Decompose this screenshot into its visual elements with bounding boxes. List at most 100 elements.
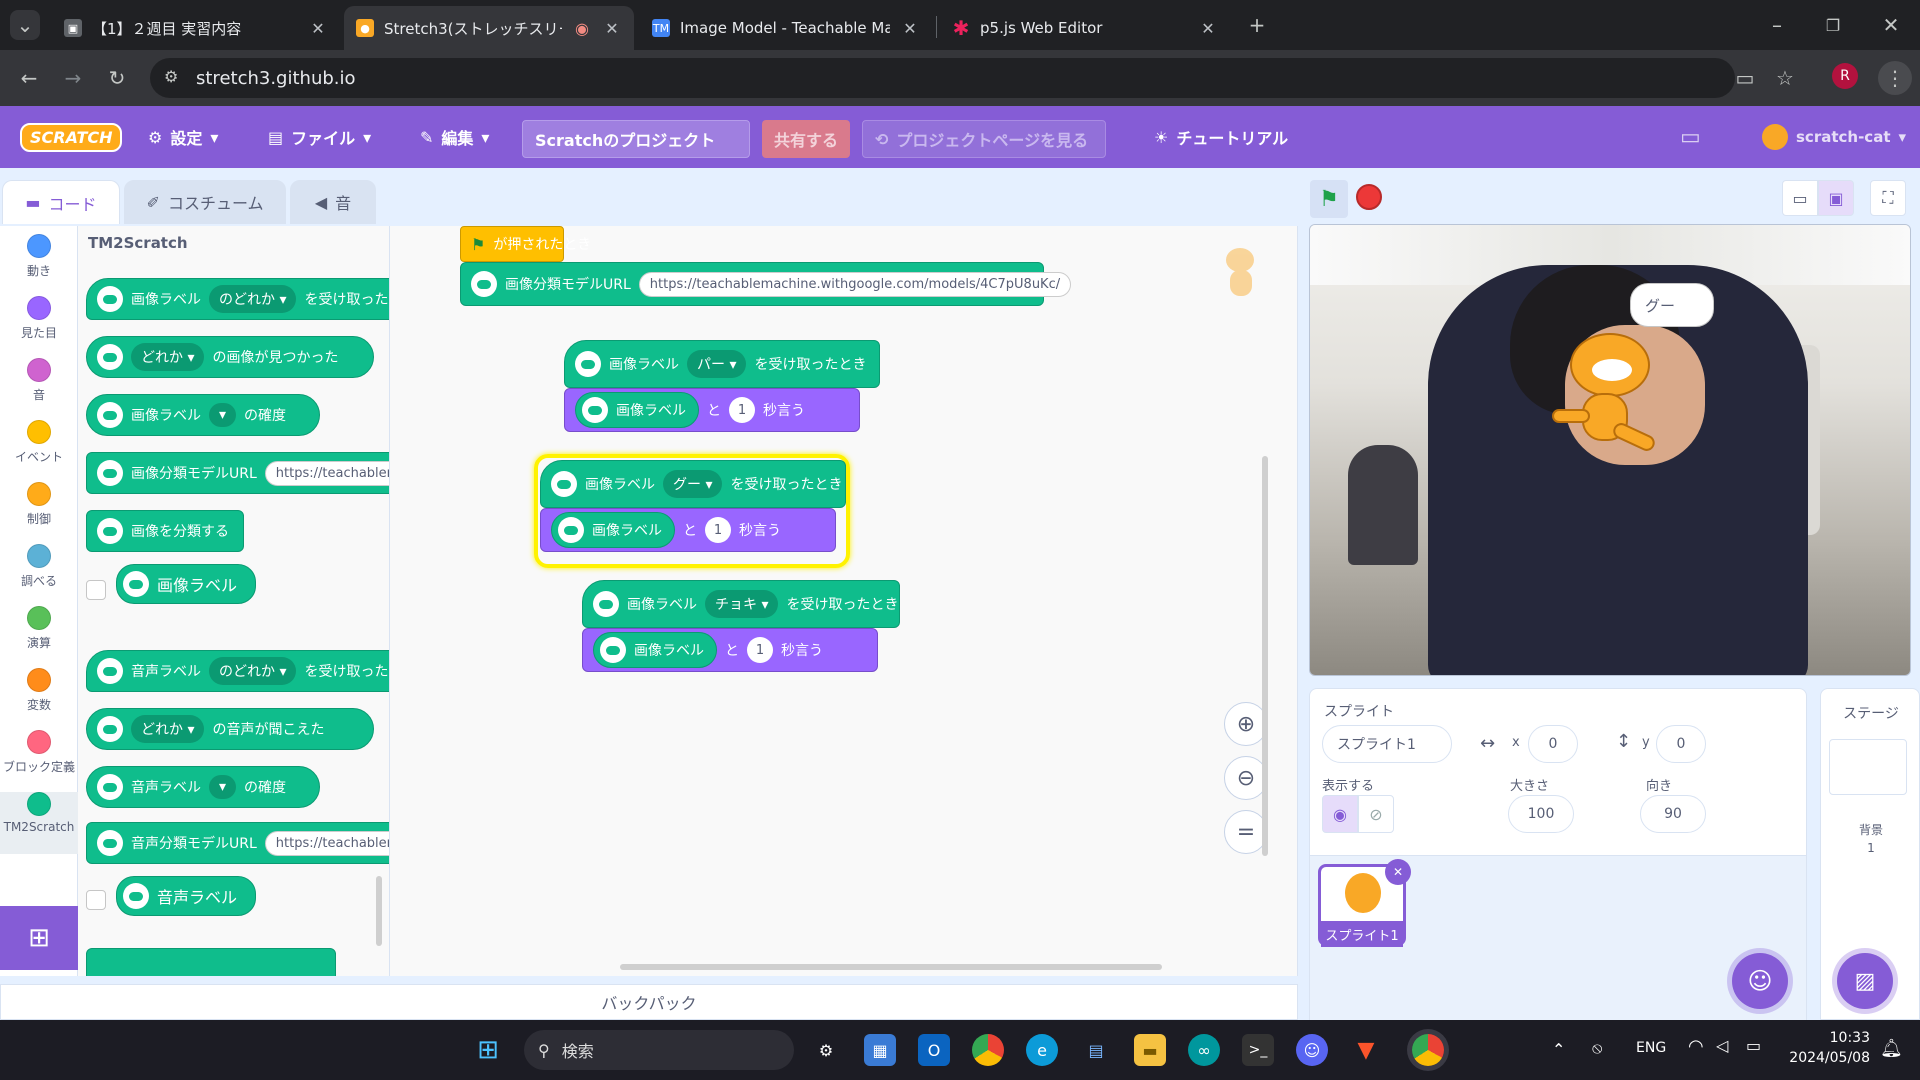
scratch-cat-sprite[interactable] [1552, 333, 1662, 463]
outlook-app-icon[interactable]: O [918, 1034, 950, 1066]
label-dropdown[interactable]: ▾ [209, 403, 237, 427]
label-dropdown[interactable]: のどれか ▾ [209, 285, 297, 313]
palette-sound-confidence-reporter[interactable]: 音声ラベル ▾ の確度 [86, 766, 320, 808]
battery-icon[interactable]: ▭ [1746, 1036, 1761, 1055]
url-bar[interactable]: ⚙ stretch3.github.io [150, 58, 1735, 98]
back-icon[interactable]: ← [14, 63, 44, 93]
new-tab-icon[interactable]: + [1242, 10, 1272, 40]
label-dropdown[interactable]: ▾ [209, 775, 237, 799]
label-dropdown[interactable]: グー ▾ [663, 470, 723, 498]
sprite-thumb[interactable]: スプライト1 ✕ [1318, 859, 1411, 947]
tab-sounds[interactable]: ◀ 音 [290, 180, 376, 224]
camera-icon[interactable]: ▭ [1730, 63, 1760, 93]
edge-app-icon[interactable]: e [1026, 1034, 1058, 1066]
image-label-reporter[interactable]: 画像ラベル [575, 392, 699, 428]
palette-scrollbar[interactable] [376, 876, 382, 946]
stage-canvas[interactable]: グー [1309, 224, 1911, 676]
x-input[interactable]: 0 [1528, 725, 1578, 763]
chrome-app-icon[interactable] [972, 1034, 1004, 1066]
site-info-icon[interactable]: ⚙ [164, 67, 178, 86]
edit-menu[interactable]: ✎ 編集 ▾ [420, 106, 489, 168]
direction-input[interactable]: 90 [1640, 795, 1706, 833]
close-icon[interactable]: ✕ [900, 19, 920, 38]
palette-sound-model-url[interactable]: 音声分類モデルURL https://teachablem [86, 822, 389, 864]
taskbar-search[interactable]: ⚲ 検索 [524, 1030, 794, 1070]
category-3[interactable]: 音 [0, 358, 78, 403]
account-menu[interactable]: scratch-cat ▾ [1762, 106, 1906, 168]
seconds-input[interactable]: 1 [729, 397, 755, 423]
label-dropdown[interactable]: パー ▾ [687, 350, 747, 378]
close-icon[interactable]: ✕ [602, 19, 622, 38]
image-label-reporter[interactable]: 画像ラベル [593, 632, 717, 668]
chrome-profile-app-icon[interactable] [1412, 1034, 1444, 1066]
volume-icon[interactable]: ◁ [1716, 1036, 1728, 1055]
say-for-secs-block-1[interactable]: 画像ラベル と 1 秒言う [564, 388, 860, 432]
label-dropdown[interactable]: のどれか ▾ [209, 657, 297, 685]
clock-time[interactable]: 10:33 [1786, 1030, 1870, 1046]
workspace-vscrollbar[interactable] [1262, 456, 1268, 856]
hide-eye-icon[interactable]: ⊘ [1358, 795, 1394, 833]
settings-app-icon[interactable]: ⚙ [810, 1034, 842, 1066]
tutorials-button[interactable]: ☀ チュートリアル [1154, 106, 1288, 168]
category-4[interactable]: イベント [0, 420, 78, 465]
palette-image-label-hat[interactable]: 画像ラベル のどれか ▾ を受け取った [86, 278, 389, 320]
project-title-input[interactable]: Scratchのプロジェクト [522, 120, 750, 158]
palette-image-model-url[interactable]: 画像分類モデルURL https://teachablem [86, 452, 389, 494]
size-input[interactable]: 100 [1508, 795, 1574, 833]
backpack-header[interactable]: バックパック [0, 984, 1298, 1020]
when-flag-clicked-block[interactable]: ⚑ が押されたとき [460, 226, 591, 262]
palette-classify-image[interactable]: 画像を分類する [86, 510, 244, 552]
restore-icon[interactable]: ❐ [1818, 10, 1848, 40]
monitor-checkbox[interactable] [86, 890, 106, 910]
brave-app-icon[interactable]: ▼ [1350, 1034, 1382, 1066]
say-for-secs-block-3[interactable]: 画像ラベル と 1 秒言う [582, 628, 878, 672]
set-image-model-url-block[interactable]: 画像分類モデルURL https://teachablemachine.withg… [460, 262, 1072, 306]
tab-4[interactable]: ✱ p5.js Web Editor ✕ [940, 6, 1230, 50]
show-eye-icon[interactable]: ◉ [1322, 795, 1358, 833]
when-label-received-block-2[interactable]: 画像ラベル グー ▾ を受け取ったとき [540, 460, 846, 508]
folder-icon[interactable]: ▭ [1680, 106, 1701, 168]
seconds-input[interactable]: 1 [747, 637, 773, 663]
wifi-icon[interactable]: ◠ [1688, 1036, 1704, 1057]
stage-thumb[interactable] [1829, 739, 1907, 795]
when-label-received-block-1[interactable]: 画像ラベル パー ▾ を受け取ったとき [564, 340, 880, 388]
close-icon[interactable]: ✕ [308, 19, 328, 38]
tab-code[interactable]: ▬ コード [2, 180, 120, 224]
clock-date[interactable]: 2024/05/08 [1786, 1050, 1870, 1066]
tab-search-icon[interactable]: ⌄ [10, 10, 40, 40]
close-icon[interactable]: ✕ [1198, 19, 1218, 38]
model-url-input[interactable]: https://teachablemachine.withgoogle.com/… [638, 271, 1072, 297]
category-8[interactable]: 変数 [0, 668, 78, 713]
palette-image-confidence-reporter[interactable]: 画像ラベル ▾ の確度 [86, 394, 320, 436]
chevron-up-icon[interactable]: ⌃ [1552, 1040, 1565, 1059]
category-10[interactable]: TM2Scratch [0, 792, 78, 854]
share-button[interactable]: 共有する [762, 120, 850, 158]
add-backdrop-button[interactable]: ▨ [1837, 953, 1893, 1009]
tab-1[interactable]: ▣ 【1】２週目 実習内容 ✕ [52, 6, 340, 50]
language-indicator[interactable]: ENG [1636, 1040, 1666, 1056]
palette-sound-label-hat[interactable]: 音声ラベル のどれか ▾ を受け取った [86, 650, 389, 692]
notification-bell-icon[interactable]: 🔔︎ [1880, 1038, 1903, 1059]
category-6[interactable]: 調べる [0, 544, 78, 589]
sprite-name-input[interactable]: スプライト1 [1322, 725, 1452, 763]
reload-icon[interactable]: ↻ [102, 63, 132, 93]
file-menu[interactable]: ▤ ファイル ▾ [268, 106, 371, 168]
palette-image-label-reporter[interactable]: 画像ラベル [116, 564, 256, 604]
seconds-input[interactable]: 1 [705, 517, 731, 543]
label-dropdown[interactable]: どれか ▾ [131, 715, 205, 743]
category-5[interactable]: 制御 [0, 482, 78, 527]
network-icon[interactable]: ⦸ [1592, 1038, 1602, 1058]
minimize-icon[interactable]: – [1762, 10, 1792, 40]
add-sprite-button[interactable]: ☺ [1732, 953, 1788, 1009]
bookmark-star-icon[interactable]: ☆ [1770, 63, 1800, 93]
discord-app-icon[interactable]: ☺ [1296, 1034, 1328, 1066]
say-for-secs-block-2[interactable]: 画像ラベル と 1 秒言う [540, 508, 836, 552]
fullscreen-icon[interactable]: ⛶ [1870, 180, 1906, 216]
scratch-logo[interactable]: SCRATCH [20, 106, 123, 168]
tab-2[interactable]: ● Stretch3(ストレッチスリー) ◉ ✕ [344, 6, 634, 50]
windows-start-icon[interactable]: ⊞ [472, 1034, 504, 1066]
workspace-hscrollbar[interactable] [620, 964, 1162, 970]
label-dropdown[interactable]: どれか ▾ [131, 343, 205, 371]
when-label-received-block-3[interactable]: 画像ラベル チョキ ▾ を受け取ったとき [582, 580, 900, 628]
url-input[interactable]: https://teachablem [264, 460, 389, 486]
